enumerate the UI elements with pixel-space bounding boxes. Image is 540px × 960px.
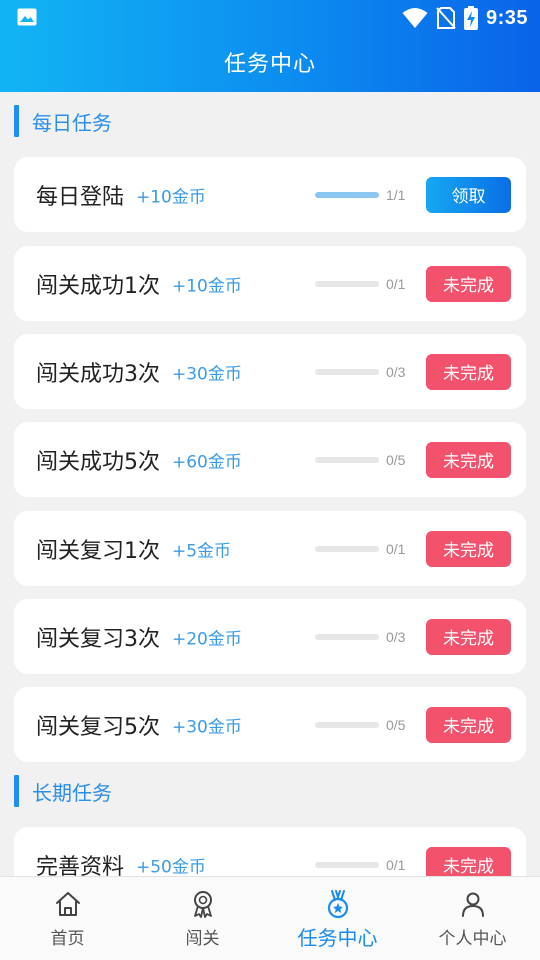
incomplete-button[interactable]: 未完成	[426, 353, 511, 390]
task-card: 闯关复习1次 +5金币 0/1 未完成	[14, 511, 526, 586]
medal-ribbon-icon	[193, 891, 212, 918]
section-accent-bar	[14, 775, 19, 807]
task-name: 闯关复习3次	[36, 626, 160, 652]
task-reward: +50金币	[136, 857, 206, 877]
incomplete-button[interactable]: 未完成	[426, 441, 511, 478]
section-accent-bar	[14, 105, 19, 137]
task-progress-bar	[315, 191, 379, 198]
task-progress-fill	[315, 191, 379, 198]
task-count: 0/3	[386, 363, 406, 380]
task-progress-bar	[315, 721, 379, 728]
incomplete-button[interactable]: 未完成	[426, 618, 511, 655]
task-card: 闯关复习5次 +30金币 0/5 未完成	[14, 687, 526, 762]
image-icon	[17, 8, 37, 26]
task-count: 0/5	[386, 716, 406, 733]
task-reward: +60金币	[172, 452, 242, 472]
task-card: 每日登陆 +10金币 1/1 领取	[14, 157, 526, 232]
task-progress-bar	[315, 545, 379, 552]
task-progress-bar	[315, 633, 379, 640]
nav-label: 首页	[50, 929, 85, 949]
wifi-icon	[402, 8, 428, 28]
task-progress-bar	[315, 280, 379, 287]
home-icon	[55, 892, 80, 916]
incomplete-button[interactable]: 未完成	[426, 706, 511, 743]
task-progress-bar	[315, 456, 379, 463]
nav-label: 任务中心	[297, 926, 378, 950]
task-reward: +10金币	[136, 187, 206, 207]
section-header-long-term: 长期任务	[14, 775, 112, 807]
task-name: 每日登陆	[36, 184, 125, 210]
page-title: 任务中心	[223, 52, 316, 77]
task-card: 闯关成功5次 +60金币 0/5 未完成	[14, 422, 526, 497]
section-header-daily: 每日任务	[14, 105, 112, 137]
status-time: 9:35	[485, 6, 528, 29]
nav-item-task-center[interactable]: 任务中心	[270, 877, 405, 960]
task-progress-bar	[315, 861, 379, 868]
incomplete-button[interactable]: 未完成	[426, 530, 511, 567]
task-reward: +30金币	[172, 364, 242, 384]
task-card: 闯关成功1次 +10金币 0/1 未完成	[14, 246, 526, 321]
task-reward: +30金币	[172, 717, 242, 737]
claim-button[interactable]: 领取	[426, 176, 511, 213]
task-progress-bar	[315, 368, 379, 375]
user-icon	[461, 892, 484, 917]
task-card: 闯关成功3次 +30金币 0/3 未完成	[14, 334, 526, 409]
nav-label: 个人中心	[438, 929, 507, 949]
nav-item-levels[interactable]: 闯关	[135, 877, 270, 960]
task-name: 闯关成功1次	[36, 273, 160, 299]
nav-item-profile[interactable]: 个人中心	[405, 877, 540, 960]
task-medal-icon	[327, 890, 348, 919]
app-header: 9:35 任务中心	[0, 0, 540, 92]
task-count: 0/3	[386, 628, 406, 645]
task-reward: +10金币	[172, 276, 242, 296]
battery-charging-icon	[463, 6, 478, 30]
task-count: 0/5	[386, 451, 406, 468]
nav-label: 闯关	[185, 929, 220, 949]
bottom-nav: 首页 闯关 任务中心 个人中心	[0, 876, 540, 960]
section-title-daily: 每日任务	[32, 110, 112, 135]
task-count: 0/1	[386, 540, 406, 557]
nav-item-home[interactable]: 首页	[0, 877, 135, 960]
incomplete-button[interactable]: 未完成	[426, 265, 511, 302]
task-name: 闯关成功5次	[36, 449, 160, 475]
status-bar: 9:35	[0, 0, 540, 36]
task-name: 闯关成功3次	[36, 361, 160, 387]
task-name: 闯关复习1次	[36, 538, 160, 564]
no-sim-icon	[436, 7, 456, 29]
task-card: 闯关复习3次 +20金币 0/3 未完成	[14, 599, 526, 674]
section-title-long-term: 长期任务	[32, 780, 112, 805]
task-count: 0/1	[386, 275, 406, 292]
task-name: 闯关复习5次	[36, 714, 160, 740]
task-reward: +5金币	[172, 541, 232, 561]
task-count: 1/1	[386, 186, 406, 203]
task-reward: +20金币	[172, 629, 242, 649]
task-count: 0/1	[386, 856, 406, 873]
